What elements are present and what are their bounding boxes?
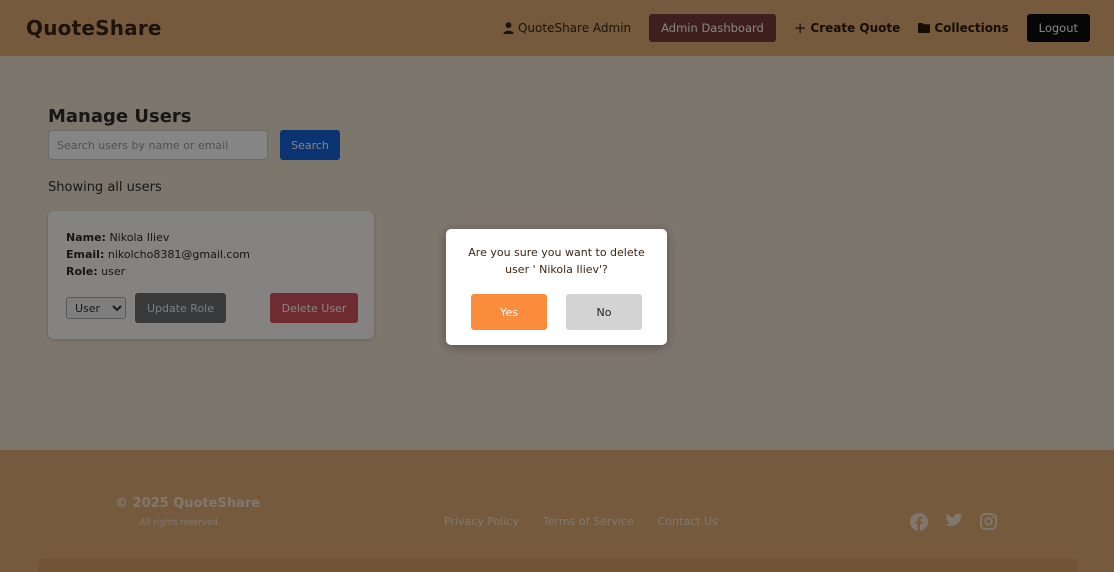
confirm-no-button[interactable]: No <box>566 294 642 330</box>
confirm-message: Are you sure you want to delete user ' N… <box>468 246 645 276</box>
confirm-delete-dialog: Are you sure you want to delete user ' N… <box>446 229 667 345</box>
confirm-yes-button[interactable]: Yes <box>471 294 547 330</box>
